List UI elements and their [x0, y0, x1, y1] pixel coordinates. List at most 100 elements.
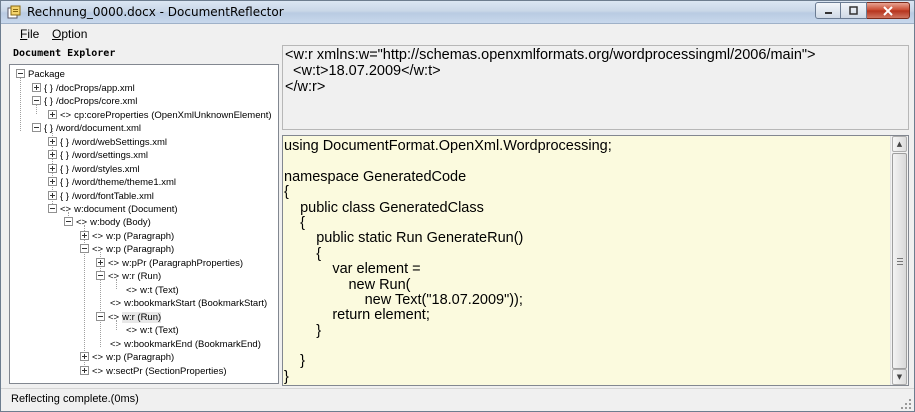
element-icon: <>	[108, 312, 120, 323]
tree-node-selected[interactable]: <> w:r (Run)	[96, 311, 162, 324]
tree-node[interactable]: <> w:p (Paragraph)	[80, 243, 174, 256]
menu-option-label: ption	[61, 27, 88, 41]
arrow-down-icon: ▼	[896, 373, 903, 381]
tree-node[interactable]: { }/docProps/core.xml	[32, 95, 137, 108]
code-view[interactable]: using DocumentFormat.OpenXml.Wordprocess…	[282, 135, 909, 386]
xml-part-icon: { }	[44, 83, 53, 94]
tree-node[interactable]: <> w:t (Text)	[126, 284, 179, 297]
title-bar[interactable]: Rechnung_0000.docx - DocumentReflector	[1, 1, 914, 24]
expand-icon[interactable]	[96, 257, 105, 267]
tree-node[interactable]: <> w:document (Document)	[48, 203, 178, 216]
expand-icon[interactable]	[48, 136, 57, 146]
tree-node[interactable]: Package	[16, 68, 65, 81]
code-line: }	[284, 368, 289, 385]
tree-node[interactable]: <> w:bookmarkEnd (BookmarkEnd)	[110, 338, 261, 351]
tree-node[interactable]: { }/docProps/app.xml	[32, 82, 135, 95]
status-text: Reflecting complete.(0ms)	[11, 393, 139, 405]
collapse-icon[interactable]	[96, 311, 105, 321]
tree-node[interactable]: <> w:r (Run)	[96, 270, 161, 283]
minimize-button[interactable]	[815, 2, 841, 19]
vertical-scrollbar[interactable]: ▲ ▼	[890, 136, 908, 385]
code-line: {	[284, 245, 322, 262]
scroll-thumb[interactable]	[892, 153, 907, 369]
expand-icon[interactable]	[48, 109, 57, 119]
tree-node-label: w:bookmarkStart (BookmarkStart)	[124, 298, 268, 309]
tree-node-label: /word/settings.xml	[72, 150, 149, 161]
code-line: }	[284, 322, 322, 339]
caption-buttons	[815, 2, 910, 20]
element-icon: <>	[60, 204, 72, 215]
tree-node[interactable]: { }/word/fontTable.xml	[48, 190, 154, 203]
tree-line	[20, 77, 21, 131]
collapse-icon[interactable]	[32, 122, 41, 132]
scroll-down-button[interactable]: ▼	[892, 369, 907, 385]
tree-node[interactable]: <> cp:coreProperties (OpenXmlUnknownEleme…	[48, 109, 272, 122]
element-icon: <>	[108, 258, 120, 269]
collapse-icon[interactable]	[16, 68, 25, 78]
code-line: {	[284, 184, 289, 201]
resize-grip-icon[interactable]	[900, 398, 912, 410]
tree-node-label: cp:coreProperties (OpenXmlUnknownElement…	[74, 110, 272, 121]
status-bar: Reflecting complete.(0ms)	[1, 388, 914, 411]
tree-node[interactable]: <> w:bookmarkStart (BookmarkStart)	[110, 297, 267, 310]
menu-option[interactable]: Option	[52, 27, 87, 41]
collapse-icon[interactable]	[48, 203, 57, 213]
expand-icon[interactable]	[48, 163, 57, 173]
xml-view[interactable]: <w:r xmlns:w="http://schemas.openxmlform…	[282, 45, 909, 130]
tree-node-label: /word/theme/theme1.xml	[72, 177, 177, 188]
tree-node-label: w:r (Run)	[122, 271, 162, 282]
minimize-icon	[824, 12, 832, 14]
expand-icon[interactable]	[32, 82, 41, 92]
xml-part-icon: { }	[60, 137, 69, 148]
tree-node[interactable]: { }/word/webSettings.xml	[48, 136, 167, 149]
xml-part-icon: { }	[60, 191, 69, 202]
tree-node[interactable]: { }/word/document.xml	[32, 122, 141, 135]
code-line: return element;	[284, 307, 430, 324]
tree-node[interactable]: <> w:p (Paragraph)	[80, 351, 174, 364]
expand-icon[interactable]	[80, 230, 89, 240]
collapse-icon[interactable]	[80, 243, 89, 253]
collapse-icon[interactable]	[32, 95, 41, 105]
expand-icon[interactable]	[48, 176, 57, 186]
code-line: var element =	[284, 261, 421, 278]
code-line: new Text("18.07.2009"));	[284, 291, 523, 308]
expand-icon[interactable]	[80, 365, 89, 375]
element-icon: <>	[92, 244, 104, 255]
expand-icon[interactable]	[48, 190, 57, 200]
expand-icon[interactable]	[48, 149, 57, 159]
code-line: using DocumentFormat.OpenXml.Wordprocess…	[284, 138, 612, 154]
menu-file-label: ile	[27, 27, 40, 41]
tree-node[interactable]: { }/word/theme/theme1.xml	[48, 176, 176, 189]
element-icon: <>	[110, 298, 122, 309]
code-text[interactable]: using DocumentFormat.OpenXml.Wordprocess…	[284, 138, 890, 385]
tree-node[interactable]: <> w:t (Text)	[126, 324, 179, 337]
tree-node-label: /docProps/app.xml	[56, 83, 135, 94]
xml-part-icon: { }	[60, 164, 69, 175]
collapse-icon[interactable]	[64, 216, 73, 226]
tree-node[interactable]: <> w:body (Body)	[64, 216, 151, 229]
tree-node-label: /word/webSettings.xml	[72, 137, 168, 148]
scroll-up-button[interactable]: ▲	[892, 136, 907, 152]
tree-node-label: w:r (Run)	[122, 312, 162, 323]
app-icon	[7, 5, 21, 19]
tree-node[interactable]: <> w:pPr (ParagraphProperties)	[96, 257, 243, 270]
element-icon: <>	[108, 271, 120, 282]
maximize-button[interactable]	[841, 2, 867, 19]
tree-node-label: w:p (Paragraph)	[106, 244, 175, 255]
element-icon: <>	[76, 217, 88, 228]
tree-node[interactable]: <> w:p (Paragraph)	[80, 230, 174, 243]
document-explorer-tree[interactable]: Package { }/docProps/app.xml { }/docProp…	[9, 64, 279, 384]
tree-node[interactable]: <> w:sectPr (SectionProperties)	[80, 365, 226, 378]
expand-icon[interactable]	[80, 351, 89, 361]
tree-node-label: w:body (Body)	[90, 217, 151, 228]
tree-node-label: /docProps/core.xml	[56, 96, 138, 107]
close-icon	[883, 5, 893, 16]
close-button[interactable]	[867, 2, 910, 19]
tree-node[interactable]: { }/word/settings.xml	[48, 149, 148, 162]
xml-line: <w:t>18.07.2009</w:t>	[285, 63, 441, 79]
tree-node[interactable]: { }/word/styles.xml	[48, 163, 140, 176]
menu-file[interactable]: File	[20, 27, 39, 41]
collapse-icon[interactable]	[96, 270, 105, 280]
